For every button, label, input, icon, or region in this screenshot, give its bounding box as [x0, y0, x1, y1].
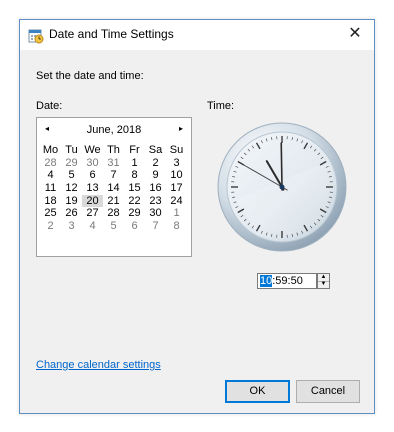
weekday-header: Su	[169, 144, 184, 156]
weekday-header: Sa	[148, 144, 163, 156]
calendar-day[interactable]: 15	[124, 182, 145, 195]
calendar-day[interactable]: 24	[166, 195, 187, 208]
calendar-day[interactable]: 14	[103, 182, 124, 195]
calendar-day-selected[interactable]: 20	[82, 194, 103, 208]
weekday-header: Mo	[42, 144, 59, 156]
calendar-day[interactable]: 27	[82, 207, 103, 220]
calendar-day[interactable]: 2	[145, 157, 166, 170]
clock-center-pin	[279, 184, 285, 190]
calendar-day[interactable]: 6	[82, 169, 103, 182]
title-bar: Date and Time Settings ✕	[20, 20, 374, 50]
calendar-day[interactable]: 28	[40, 157, 61, 170]
date-time-settings-dialog: Date and Time Settings ✕ Set the date an…	[19, 19, 375, 414]
time-minute-second-segment[interactable]: :59:50	[272, 275, 303, 287]
month-calendar[interactable]: ◂ June, 2018 ▸ Mo Tu We Th Fr Sa Su 28 29 30 31 1 2 3…	[36, 117, 192, 257]
clock-minute-hand	[280, 142, 283, 191]
calendar-day[interactable]: 1	[166, 207, 187, 220]
calendar-day[interactable]: 16	[145, 182, 166, 195]
calendar-day[interactable]: 3	[61, 220, 82, 233]
spin-down-icon[interactable]: ▼	[318, 281, 329, 288]
calendar-day[interactable]: 22	[124, 195, 145, 208]
window-title: Date and Time Settings	[49, 27, 174, 41]
calendar-day[interactable]: 4	[40, 169, 61, 182]
time-hour-segment[interactable]: 10	[260, 275, 273, 287]
cancel-button[interactable]: Cancel	[296, 380, 360, 403]
calendar-day[interactable]: 5	[103, 220, 124, 233]
change-calendar-settings-link[interactable]: Change calendar settings	[36, 359, 161, 371]
date-label: Date:	[36, 100, 63, 112]
calendar-day[interactable]: 6	[124, 220, 145, 233]
calendar-day[interactable]: 8	[124, 169, 145, 182]
calendar-day[interactable]: 18	[40, 195, 61, 208]
close-icon: ✕	[348, 25, 362, 42]
calendar-day[interactable]: 30	[145, 207, 166, 220]
calendar-day[interactable]: 7	[103, 169, 124, 182]
calendar-day[interactable]: 29	[124, 207, 145, 220]
calendar-day[interactable]: 4	[82, 220, 103, 233]
calendar-day[interactable]: 29	[61, 157, 82, 170]
calendar-day[interactable]: 30	[82, 157, 103, 170]
instruction-label: Set the date and time:	[36, 70, 144, 82]
time-spinner[interactable]: ▲ ▼	[317, 273, 330, 289]
weekday-header: Th	[107, 144, 120, 156]
calendar-day[interactable]: 26	[61, 207, 82, 220]
close-button[interactable]: ✕	[336, 20, 374, 50]
calendar-day[interactable]: 7	[145, 220, 166, 233]
calendar-day[interactable]: 31	[103, 157, 124, 170]
weekday-header: Fr	[129, 144, 140, 156]
calendar-day[interactable]: 28	[103, 207, 124, 220]
calendar-day[interactable]: 1	[124, 157, 145, 170]
calendar-day[interactable]: 10	[166, 169, 187, 182]
calendar-day[interactable]: 5	[61, 169, 82, 182]
time-label: Time:	[207, 100, 235, 112]
calendar-day[interactable]: 19	[61, 195, 82, 208]
calendar-day[interactable]: 8	[166, 220, 187, 233]
calendar-day[interactable]: 12	[61, 182, 82, 195]
calendar-day[interactable]: 21	[103, 195, 124, 208]
calendar-header: ◂ June, 2018 ▸	[37, 124, 191, 138]
calendar-day[interactable]: 9	[145, 169, 166, 182]
calendar-day[interactable]: 2	[40, 220, 61, 233]
calendar-day[interactable]: 13	[82, 182, 103, 195]
calendar-day[interactable]: 23	[145, 195, 166, 208]
calendar-clock-icon	[28, 26, 44, 44]
weekday-header: We	[84, 144, 101, 156]
calendar-day[interactable]: 11	[40, 182, 61, 195]
calendar-day[interactable]: 25	[40, 207, 61, 220]
calendar-day[interactable]: 3	[166, 157, 187, 170]
calendar-day[interactable]: 17	[166, 182, 187, 195]
time-input[interactable]: 10:59:50	[257, 273, 317, 289]
next-month-icon[interactable]: ▸	[179, 124, 183, 133]
ok-button[interactable]: OK	[225, 380, 290, 403]
weekday-header: Tu	[65, 144, 78, 156]
analog-clock	[217, 122, 347, 252]
month-title[interactable]: June, 2018	[37, 124, 191, 136]
calendar-grid: Mo Tu We Th Fr Sa Su 28 29 30 31 1 2 3 4 5 6 7 8 9 10 11 12 13 1…	[40, 144, 187, 233]
